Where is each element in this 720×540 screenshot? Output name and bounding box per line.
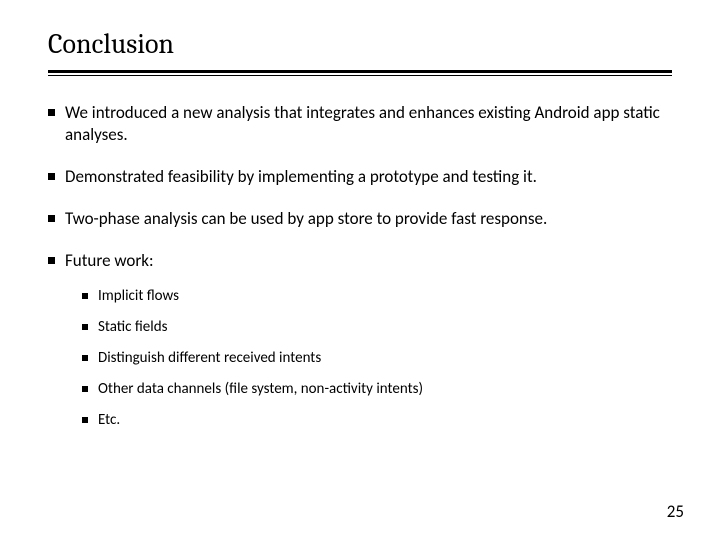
sub-bullet-item: Other data channels (file system, non-ac… (82, 379, 672, 400)
square-bullet-icon (48, 109, 55, 116)
square-bullet-icon (48, 173, 55, 180)
square-bullet-icon (82, 417, 88, 423)
bullet-text: Demonstrated feasibility by implementing… (65, 166, 672, 188)
bullet-item: Two-phase analysis can be used by app st… (48, 208, 672, 230)
sub-bullet-item: Etc. (82, 410, 672, 431)
sub-bullet-list: Implicit flows Static fields Distinguish… (82, 286, 672, 431)
square-bullet-icon (82, 293, 88, 299)
sub-bullet-item: Implicit flows (82, 286, 672, 307)
bullet-text: Two-phase analysis can be used by app st… (65, 208, 672, 230)
sub-bullet-text: Etc. (98, 410, 120, 431)
sub-bullet-text: Other data channels (file system, non-ac… (98, 379, 423, 400)
sub-bullet-item: Distinguish different received intents (82, 348, 672, 369)
square-bullet-icon (82, 324, 88, 330)
bullet-item: Demonstrated feasibility by implementing… (48, 166, 672, 188)
square-bullet-icon (82, 386, 88, 392)
bullet-text: Future work: (65, 250, 672, 272)
square-bullet-icon (48, 257, 55, 264)
sub-bullet-text: Implicit flows (98, 286, 179, 307)
title-divider (48, 70, 672, 76)
bullet-item: Future work: (48, 250, 672, 272)
main-bullet-list: We introduced a new analysis that integr… (48, 102, 672, 272)
bullet-item: We introduced a new analysis that integr… (48, 102, 672, 146)
sub-bullet-text: Distinguish different received intents (98, 348, 321, 369)
page-number: 25 (667, 501, 684, 522)
slide-title: Conclusion (48, 28, 672, 60)
sub-bullet-text: Static fields (98, 317, 167, 338)
bullet-text: We introduced a new analysis that integr… (65, 102, 672, 146)
square-bullet-icon (48, 215, 55, 222)
square-bullet-icon (82, 355, 88, 361)
sub-bullet-item: Static fields (82, 317, 672, 338)
slide-content: Conclusion We introduced a new analysis … (0, 0, 720, 461)
